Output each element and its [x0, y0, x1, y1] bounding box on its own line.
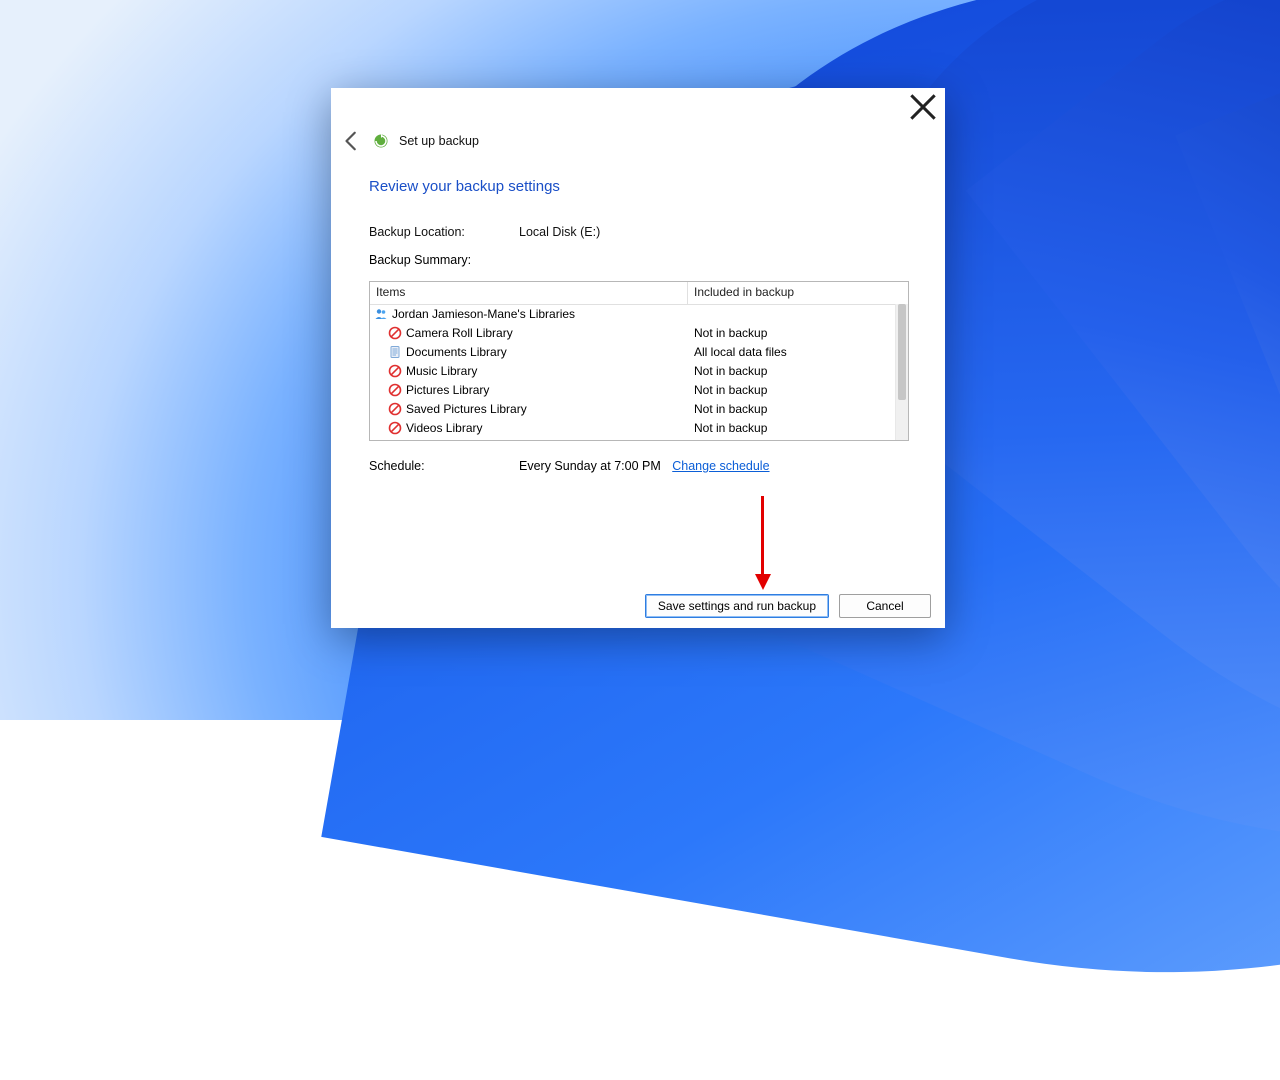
grid-cell-item: Videos Library — [370, 421, 688, 435]
grid-row[interactable]: Pictures Library Not in backup — [370, 380, 896, 399]
scrollbar-thumb[interactable] — [898, 304, 906, 400]
people-icon — [374, 307, 388, 321]
grid-cell-item: Documents Library — [370, 345, 688, 359]
grid-cell-item: Pictures Library — [370, 383, 688, 397]
page-title: Review your backup settings — [369, 178, 907, 195]
grid-body: Jordan Jamieson-Mane's Libraries Camera R… — [370, 304, 896, 440]
column-items[interactable]: Items — [370, 282, 688, 304]
no-icon — [388, 402, 402, 416]
backup-location-value: Local Disk (E:) — [519, 225, 600, 239]
grid-cell-included: Not in backup — [688, 402, 896, 416]
grid-row[interactable]: Documents Library All local data files — [370, 342, 896, 361]
change-schedule-link[interactable]: Change schedule — [672, 459, 769, 473]
grid-cell-item: Music Library — [370, 364, 688, 378]
doc-icon — [388, 345, 402, 359]
schedule-label: Schedule: — [369, 459, 519, 473]
no-icon — [388, 364, 402, 378]
back-button[interactable] — [341, 130, 363, 152]
grid-item-label: Pictures Library — [406, 383, 489, 397]
grid-row[interactable]: Videos Library Not in backup — [370, 418, 896, 437]
grid-cell-included: Not in backup — [688, 364, 896, 378]
backup-icon — [373, 133, 389, 149]
grid-cell-included: Not in backup — [688, 326, 896, 340]
close-button[interactable] — [909, 96, 937, 118]
grid-item-label: Music Library — [406, 364, 477, 378]
cancel-button[interactable]: Cancel — [839, 594, 931, 618]
scrollbar[interactable] — [895, 304, 908, 440]
backup-wizard-window: Set up backup Review your backup setting… — [331, 88, 945, 628]
wizard-title: Set up backup — [399, 134, 479, 148]
backup-summary-label: Backup Summary: — [369, 253, 907, 267]
grid-cell-item: Camera Roll Library — [370, 326, 688, 340]
no-icon — [388, 326, 402, 340]
grid-header: Items Included in backup — [370, 282, 908, 305]
schedule-row: Schedule: Every Sunday at 7:00 PM Change… — [369, 459, 907, 473]
save-and-run-button[interactable]: Save settings and run backup — [645, 594, 829, 618]
grid-row[interactable]: Music Library Not in backup — [370, 361, 896, 380]
grid-cell-included: Not in backup — [688, 383, 896, 397]
wizard-content: Review your backup settings Backup Locat… — [369, 178, 907, 473]
wizard-header: Set up backup — [341, 130, 479, 152]
column-included[interactable]: Included in backup — [688, 282, 908, 304]
grid-row[interactable]: Saved Pictures Library Not in backup — [370, 399, 896, 418]
backup-summary-grid: Items Included in backup Jordan Jamieson… — [369, 281, 909, 441]
wizard-buttons: Save settings and run backup Cancel — [645, 594, 931, 618]
grid-cell-item: Saved Pictures Library — [370, 402, 688, 416]
grid-row[interactable]: Jordan Jamieson-Mane's Libraries — [370, 304, 896, 323]
grid-item-label: Videos Library — [406, 421, 483, 435]
backup-location-row: Backup Location: Local Disk (E:) — [369, 225, 907, 239]
grid-cell-included: Not in backup — [688, 421, 896, 435]
no-icon — [388, 421, 402, 435]
grid-item-label: Jordan Jamieson-Mane's Libraries — [392, 307, 575, 321]
grid-cell-item: Jordan Jamieson-Mane's Libraries — [370, 307, 688, 321]
schedule-value: Every Sunday at 7:00 PM — [519, 459, 661, 473]
backup-location-label: Backup Location: — [369, 225, 519, 239]
grid-item-label: Camera Roll Library — [406, 326, 513, 340]
grid-row[interactable]: Camera Roll Library Not in backup — [370, 323, 896, 342]
grid-item-label: Saved Pictures Library — [406, 402, 527, 416]
grid-cell-included: All local data files — [688, 345, 896, 359]
no-icon — [388, 383, 402, 397]
grid-item-label: Documents Library — [406, 345, 507, 359]
